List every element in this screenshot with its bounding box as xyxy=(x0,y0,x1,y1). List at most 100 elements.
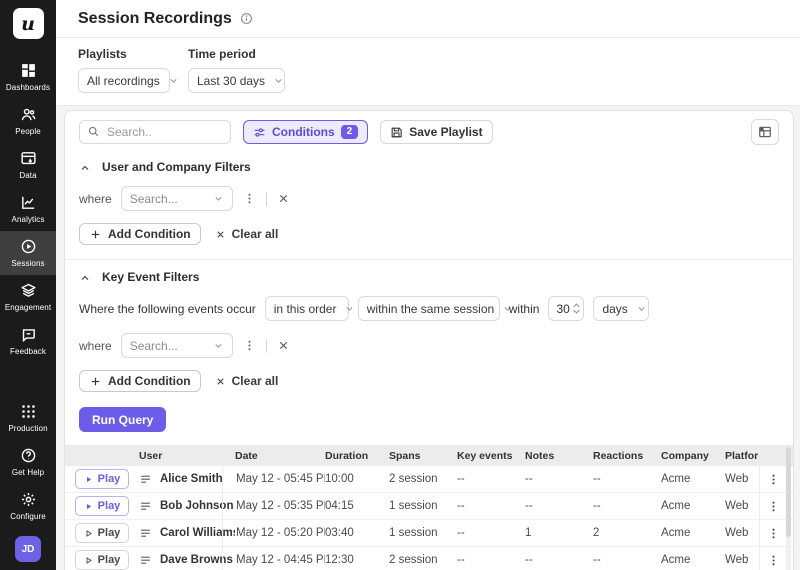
kebab-menu-icon[interactable] xyxy=(242,338,257,353)
column-header-company[interactable]: Company xyxy=(661,450,725,462)
play-button[interactable]: Play xyxy=(75,523,129,543)
clear-all-button[interactable]: Clear all xyxy=(215,374,279,388)
sidebar-item-feedback[interactable]: Feedback xyxy=(0,319,56,363)
column-header-date[interactable]: Date xyxy=(235,450,325,462)
remove-condition-icon[interactable] xyxy=(276,338,291,353)
conditions-button[interactable]: Conditions 2 xyxy=(243,120,368,144)
column-header-platform[interactable]: Platform xyxy=(725,450,759,462)
column-header-user[interactable]: User xyxy=(139,450,235,462)
column-header-notes[interactable]: Notes xyxy=(525,450,593,462)
within-label: within xyxy=(509,302,540,316)
brand-logo[interactable]: u xyxy=(13,8,44,39)
unit-select[interactable]: days xyxy=(593,296,649,321)
event-filters-actions: Add Condition Clear all xyxy=(79,370,779,392)
user-name[interactable]: Alice Smith xyxy=(160,473,223,485)
chevron-down-icon xyxy=(636,303,647,314)
sidebar-item-production[interactable]: Production xyxy=(0,396,56,440)
reactions-cell: 2 xyxy=(593,520,661,546)
chevron-up-icon[interactable] xyxy=(79,161,91,173)
sidebar: u Dashboards PeopleDataAnalyticsSessionsE… xyxy=(0,0,56,570)
kebab-menu-icon xyxy=(767,473,780,486)
stepper-arrows[interactable] xyxy=(573,303,580,314)
remove-condition-icon[interactable] xyxy=(276,191,291,206)
sidebar-item-dashboards[interactable]: Dashboards xyxy=(0,55,56,99)
sidebar-item-sessions[interactable]: Sessions xyxy=(0,231,56,275)
chevron-down-icon xyxy=(168,75,179,86)
avatar[interactable]: JD xyxy=(15,536,41,562)
spans-cell: 2 session xyxy=(389,547,457,570)
kebab-menu-icon xyxy=(767,527,780,540)
date-cell: May 12 - 04:45 PM xyxy=(222,547,325,570)
row-menu-button[interactable] xyxy=(759,547,787,570)
chevron-up-icon[interactable] xyxy=(79,271,91,283)
sidebar-item-analytics[interactable]: Analytics xyxy=(0,187,56,231)
playlists-value: All recordings xyxy=(87,74,160,88)
sidebar-item-data[interactable]: Data xyxy=(0,143,56,187)
where-label: where xyxy=(79,192,112,206)
kebab-menu-icon[interactable] xyxy=(242,191,257,206)
play-button[interactable]: Play xyxy=(75,550,129,570)
play-button[interactable]: Play xyxy=(75,469,129,489)
content-area: Conditions 2 Save Playlist User and Comp… xyxy=(56,106,800,570)
dashboards-icon xyxy=(20,62,37,79)
recordings-table: UserDateDurationSpansKey eventsNotesReac… xyxy=(65,445,793,570)
event-order-select[interactable]: in this order xyxy=(265,296,349,321)
platform-cell: Web xyxy=(725,466,759,492)
within-value-stepper[interactable]: 30 xyxy=(548,296,584,321)
column-header-duration[interactable]: Duration xyxy=(325,450,389,462)
plus-icon xyxy=(89,228,102,241)
sidebar-item-label: Dashboards xyxy=(6,83,50,92)
conditions-count-badge: 2 xyxy=(341,125,359,139)
add-condition-button[interactable]: Add Condition xyxy=(79,223,201,245)
playlists-select[interactable]: All recordings xyxy=(78,68,170,93)
row-menu-button[interactable] xyxy=(759,520,787,546)
event-scope-select[interactable]: within the same session xyxy=(358,296,500,321)
column-header-spans[interactable]: Spans xyxy=(389,450,457,462)
add-condition-button[interactable]: Add Condition xyxy=(79,370,201,392)
column-header-key-events[interactable]: Key events xyxy=(457,450,525,462)
column-header-reactions[interactable]: Reactions xyxy=(593,450,661,462)
play-icon xyxy=(84,475,93,484)
time-period-select[interactable]: Last 30 days xyxy=(188,68,285,93)
sidebar-item-get-help[interactable]: Get Help xyxy=(0,440,56,484)
clear-all-button[interactable]: Clear all xyxy=(215,227,279,241)
event-filters-section-header: Key Event Filters xyxy=(79,270,779,284)
row-menu-button[interactable] xyxy=(759,493,787,519)
play-icon xyxy=(84,502,93,511)
play-button[interactable]: Play xyxy=(75,496,129,516)
row-menu-button[interactable] xyxy=(759,466,787,492)
session-list-icon xyxy=(139,500,152,513)
save-playlist-label: Save Playlist xyxy=(409,125,482,139)
sidebar-item-engagement[interactable]: Engagement xyxy=(0,275,56,319)
vertical-scrollbar[interactable] xyxy=(786,446,791,570)
save-playlist-button[interactable]: Save Playlist xyxy=(380,120,492,144)
event-condition-select[interactable]: Search... xyxy=(121,333,233,358)
run-query-button[interactable]: Run Query xyxy=(79,407,166,432)
table-row: Play Dave Browns May 12 - 04:45 PM 12:30… xyxy=(65,547,793,570)
divider xyxy=(266,339,267,353)
sidebar-item-people[interactable]: People xyxy=(0,99,56,143)
x-icon xyxy=(215,376,226,387)
date-cell: May 12 - 05:20 PM xyxy=(222,520,325,546)
chevron-down-icon xyxy=(344,303,355,314)
company-cell: Acme xyxy=(661,493,725,519)
search-input[interactable] xyxy=(79,120,231,144)
user-condition-select[interactable]: Search... xyxy=(121,186,233,211)
occur-text: Where the following events occur xyxy=(79,302,256,316)
filter-bar: Playlists All recordings Time period Las… xyxy=(56,38,800,106)
scrollbar-thumb[interactable] xyxy=(786,447,791,537)
help-icon xyxy=(20,447,37,464)
sidebar-item-configure[interactable]: Configure xyxy=(0,484,56,528)
stepper-down-icon xyxy=(573,309,580,314)
main-area: Session Recordings Playlists All recordi… xyxy=(56,0,800,570)
within-value: 30 xyxy=(556,302,570,316)
spans-cell: 1 session xyxy=(389,520,457,546)
card-toolbar: Conditions 2 Save Playlist xyxy=(79,119,779,145)
session-list-icon xyxy=(139,473,152,486)
info-icon[interactable] xyxy=(240,12,253,25)
table-columns-button[interactable] xyxy=(751,119,779,145)
sidebar-item-label: Production xyxy=(8,424,47,433)
plus-icon xyxy=(89,375,102,388)
x-icon xyxy=(215,229,226,240)
user-filters-actions: Add Condition Clear all xyxy=(79,223,779,245)
